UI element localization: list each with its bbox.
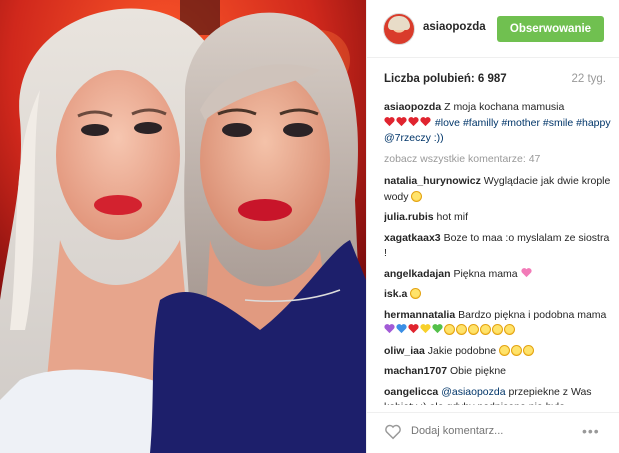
comment-username[interactable]: xagatkaax3 — [384, 232, 441, 244]
comment: hermannatalia Bardzo piękna i podobna ma… — [384, 308, 612, 339]
comment-text: Jakie podobne — [427, 344, 497, 357]
kissing-face-icon — [492, 324, 503, 335]
comment: oangelicca @asiaopozda przepiekne z Was … — [384, 385, 612, 406]
comment: machan1707 Obie piękne — [384, 364, 612, 380]
purple-heart-icon — [384, 324, 395, 334]
smiling-face-icon — [511, 344, 523, 356]
heart-eyes-face-icon — [480, 324, 491, 335]
heart-eyes-face-icon — [456, 324, 467, 335]
comment-text: Piękna mama — [453, 267, 518, 280]
more-options-icon[interactable]: ••• — [582, 423, 600, 439]
header-username[interactable]: asiaopozda — [423, 21, 486, 33]
smiling-face-icon — [523, 344, 535, 356]
heart-outline-icon[interactable] — [384, 423, 402, 441]
green-heart-icon — [432, 324, 443, 334]
post-header: asiaopozda Obserwowanie — [367, 0, 619, 58]
comment: angelkadajan Piękna mama — [384, 267, 612, 283]
blushing-face-icon — [411, 190, 423, 202]
comment-username[interactable]: natalia_hurynowicz — [384, 175, 481, 187]
comment-username[interactable]: machan1707 — [384, 365, 447, 377]
blue-heart-icon — [396, 324, 407, 334]
following-button[interactable]: Obserwowanie — [497, 16, 604, 42]
caption-username[interactable]: asiaopozda — [384, 101, 441, 113]
sparkling-heart-icon — [520, 267, 532, 277]
comment: julia.rubis hot mif — [384, 210, 612, 226]
caption-hearts — [384, 116, 435, 129]
emoji-row — [384, 324, 516, 336]
likes-count[interactable]: Liczba polubień: 6 987 — [384, 73, 507, 85]
comment-text: Bardzo piękna i podobna mama — [458, 308, 607, 321]
avatar[interactable] — [383, 13, 415, 45]
kissing-face-icon — [468, 324, 479, 335]
comment-username[interactable]: angelkadajan — [384, 268, 451, 280]
view-all-comments-link[interactable]: zobacz wszystkie komentarze: 47 — [384, 152, 612, 168]
red-heart-icon — [408, 324, 419, 334]
red-heart-icon — [384, 116, 395, 126]
comment: xagatkaax3 Boze to maa :o myslalam ze si… — [384, 231, 612, 262]
comment-bar: ••• — [367, 412, 619, 453]
selfie-illustration — [0, 0, 366, 453]
comment-text: Obie piękne — [449, 365, 507, 377]
comments-list: asiaopozda Z moja kochana mamusia #love … — [384, 100, 612, 405]
comment: oliw_iaa Jakie podobne — [384, 344, 612, 360]
likes-row: Liczba polubień: 6 987 22 tyg. — [384, 73, 606, 85]
kissing-face-icon — [444, 324, 455, 335]
heart-eyes-face-icon — [410, 288, 422, 299]
caption: asiaopozda Z moja kochana mamusia #love … — [384, 100, 612, 147]
comment-mention[interactable]: @asiaopozda — [441, 386, 505, 398]
post-photo[interactable] — [0, 0, 366, 453]
comment-username[interactable]: isk.a — [384, 288, 407, 300]
comment: natalia_hurynowicz Wyglądacie jak dwie k… — [384, 174, 612, 205]
comment-username[interactable]: julia.rubis — [384, 211, 434, 223]
red-heart-icon — [420, 116, 431, 126]
comment-username[interactable]: oliw_iaa — [384, 345, 425, 357]
red-heart-icon — [396, 116, 407, 126]
smiling-face-icon — [499, 344, 511, 356]
comment-text: hot mif — [436, 211, 469, 223]
yellow-heart-icon — [420, 324, 431, 334]
caption-text: Z moja kochana mamusia — [444, 101, 565, 113]
add-comment-input[interactable] — [411, 425, 561, 437]
smiling-face-icon — [504, 324, 515, 335]
comment-username[interactable]: oangelicca — [384, 386, 438, 398]
post-sidebar: asiaopozda Obserwowanie Liczba polubień:… — [366, 0, 619, 453]
post-age[interactable]: 22 tyg. — [571, 73, 606, 85]
red-heart-icon — [408, 116, 419, 126]
comment: isk.a — [384, 287, 612, 303]
comment-username[interactable]: hermannatalia — [384, 309, 455, 321]
